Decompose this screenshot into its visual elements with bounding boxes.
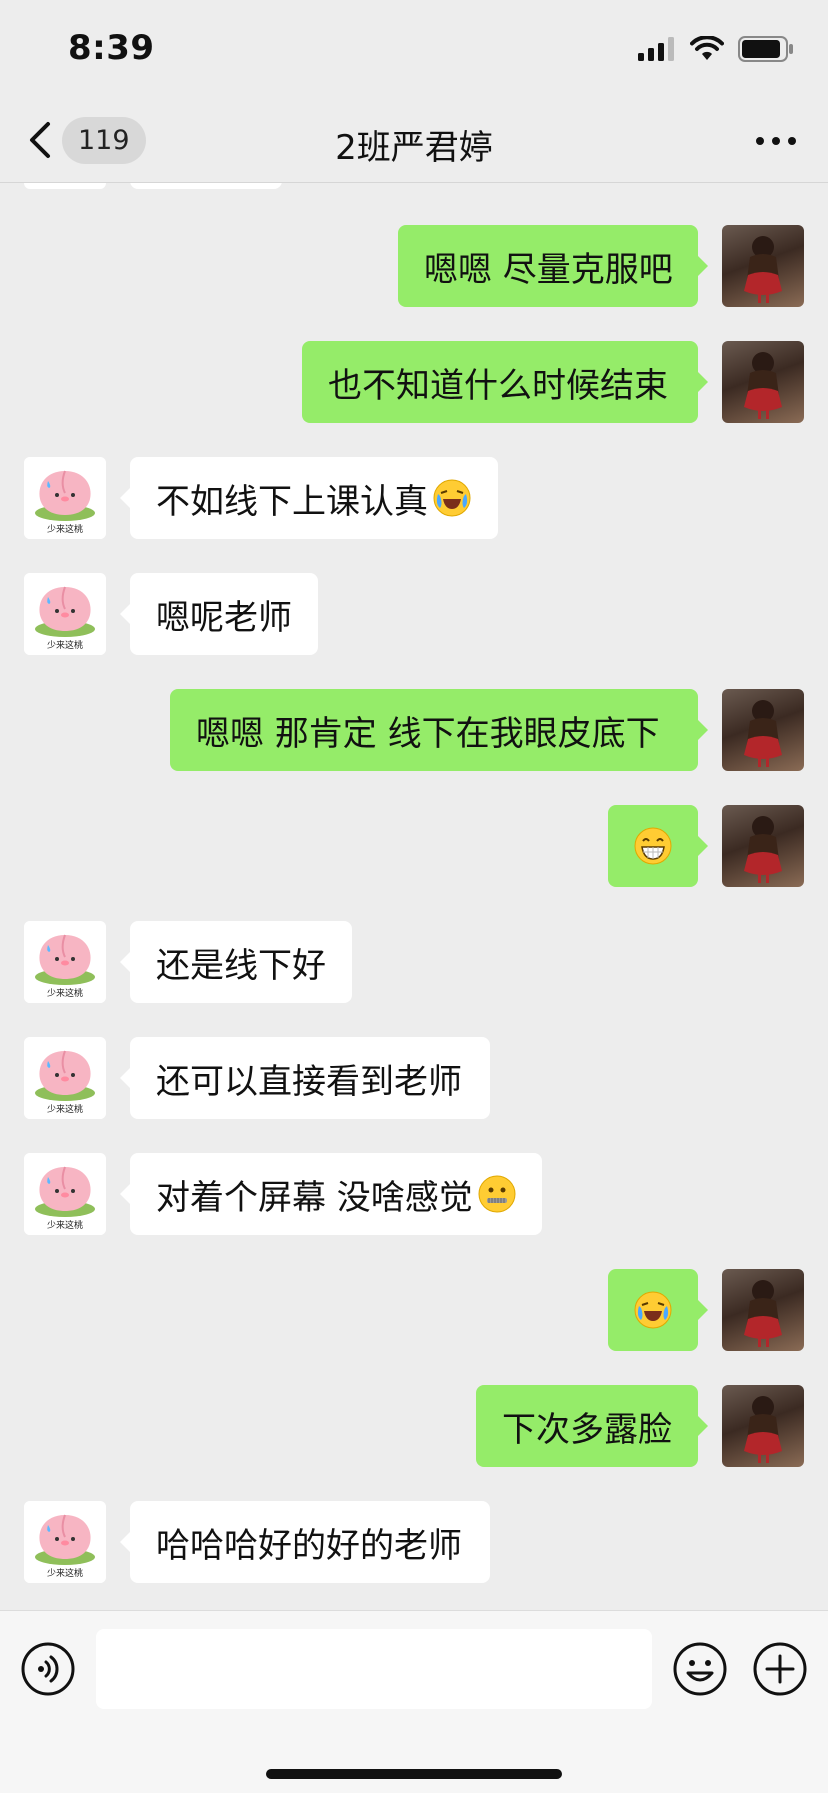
more-dots-icon [756,137,796,145]
partial-bubble [130,183,282,189]
message-text: 对着个屏幕 没啥感觉 [156,1177,473,1218]
figure-photo-avatar [744,1280,782,1347]
outgoing-message: 也不知道什么时候结束 [0,341,828,423]
message-text: 还是线下好 [156,945,326,986]
message-bubble[interactable] [608,1269,708,1351]
contact-avatar[interactable]: 少来这桃 [24,1501,106,1583]
self-avatar[interactable] [722,1269,804,1351]
incoming-message: 少来这桃 对着个屏幕 没啥感觉 [0,1153,828,1235]
partial-avatar [24,183,106,189]
message-bubble[interactable]: 对着个屏幕 没啥感觉 [120,1153,542,1235]
outgoing-message: 下次多露脸 [0,1385,828,1467]
message-text: 也不知道什么时候结束 [328,365,668,406]
emoji-smiley-icon [673,1642,727,1696]
message-bubble[interactable] [608,805,708,887]
self-avatar[interactable] [722,341,804,423]
message-text: 嗯呢老师 [156,597,292,638]
home-indicator [266,1769,562,1779]
voice-icon [21,1642,75,1696]
message-bubble[interactable]: 也不知道什么时候结束 [302,341,708,423]
self-avatar[interactable] [722,1385,804,1467]
message-bubble[interactable]: 不如线下上课认真 [120,457,498,539]
message-bubble[interactable]: 哈哈哈好的好的老师 [120,1501,490,1583]
self-avatar[interactable] [722,225,804,307]
figure-photo-avatar [744,1396,782,1463]
status-bar: 8:39 [0,0,828,100]
zipper-mouth-emoji-icon [477,1174,517,1214]
avatar-caption: 少来这桃 [46,641,83,651]
message-text: 还可以直接看到老师 [156,1061,462,1102]
figure-photo-avatar [744,816,782,883]
avatar-caption: 少来这桃 [46,1105,83,1115]
figure-photo-avatar [744,352,782,419]
message-list[interactable]: 嗯嗯 尽量克服吧 也不知道什么时候结束 少来这桃 不如线下上课认真 少来这桃 嗯呢老师 嗯嗯… [0,183,828,1610]
plus-icon [753,1642,807,1696]
more-button[interactable] [754,126,798,160]
laughing-crying-emoji-icon [633,1290,673,1330]
message-input[interactable] [96,1629,652,1709]
emoji-button[interactable] [672,1641,728,1701]
status-time: 8:39 [68,28,155,68]
message-bubble[interactable]: 嗯嗯 那肯定 线下在我眼皮底下 [170,689,708,771]
incoming-message: 少来这桃 还可以直接看到老师 [0,1037,828,1119]
nav-bar: 119 2班严君婷 [0,100,828,183]
avatar-caption: 少来这桃 [46,1221,83,1231]
contact-avatar[interactable]: 少来这桃 [24,573,106,655]
partial-message-row [0,183,828,189]
cellular-signal-icon [638,37,674,61]
message-text: 嗯嗯 那肯定 线下在我眼皮底下 [196,713,660,754]
outgoing-message [0,1269,828,1351]
message-bubble[interactable]: 嗯嗯 尽量克服吧 [398,225,708,307]
message-bubble[interactable]: 下次多露脸 [476,1385,708,1467]
contact-avatar[interactable]: 少来这桃 [24,921,106,1003]
message-bubble[interactable]: 还可以直接看到老师 [120,1037,490,1119]
outgoing-message: 嗯嗯 那肯定 线下在我眼皮底下 [0,689,828,771]
figure-photo-avatar [744,236,782,303]
wifi-icon [690,36,724,60]
incoming-message: 少来这桃 嗯呢老师 [0,573,828,655]
status-icons [638,36,794,62]
message-text: 哈哈哈好的好的老师 [156,1525,462,1566]
message-text: 不如线下上课认真 [156,481,428,522]
outgoing-message [0,805,828,887]
laughing-crying-emoji-icon [432,478,472,518]
figure-photo-avatar [744,700,782,767]
contact-avatar[interactable]: 少来这桃 [24,457,106,539]
battery-icon [738,36,793,62]
self-avatar[interactable] [722,689,804,771]
voice-button[interactable] [20,1641,76,1701]
message-bubble[interactable]: 嗯呢老师 [120,573,318,655]
avatar-caption: 少来这桃 [46,525,83,535]
self-avatar[interactable] [722,805,804,887]
input-bar [0,1610,828,1793]
avatar-caption: 少来这桃 [46,989,83,999]
avatar-caption: 少来这桃 [46,1569,83,1579]
grin-emoji-icon [633,826,673,866]
chat-title: 2班严君婷 [335,128,493,168]
incoming-message: 少来这桃 不如线下上课认真 [0,457,828,539]
incoming-message: 少来这桃 还是线下好 [0,921,828,1003]
contact-avatar[interactable]: 少来这桃 [24,1037,106,1119]
incoming-message: 少来这桃 哈哈哈好的好的老师 [0,1501,828,1583]
more-actions-button[interactable] [752,1641,808,1701]
message-text: 嗯嗯 尽量克服吧 [424,249,673,290]
contact-avatar[interactable]: 少来这桃 [24,1153,106,1235]
message-bubble[interactable]: 还是线下好 [120,921,352,1003]
message-text: 下次多露脸 [502,1409,672,1450]
outgoing-message: 嗯嗯 尽量克服吧 [0,225,828,307]
